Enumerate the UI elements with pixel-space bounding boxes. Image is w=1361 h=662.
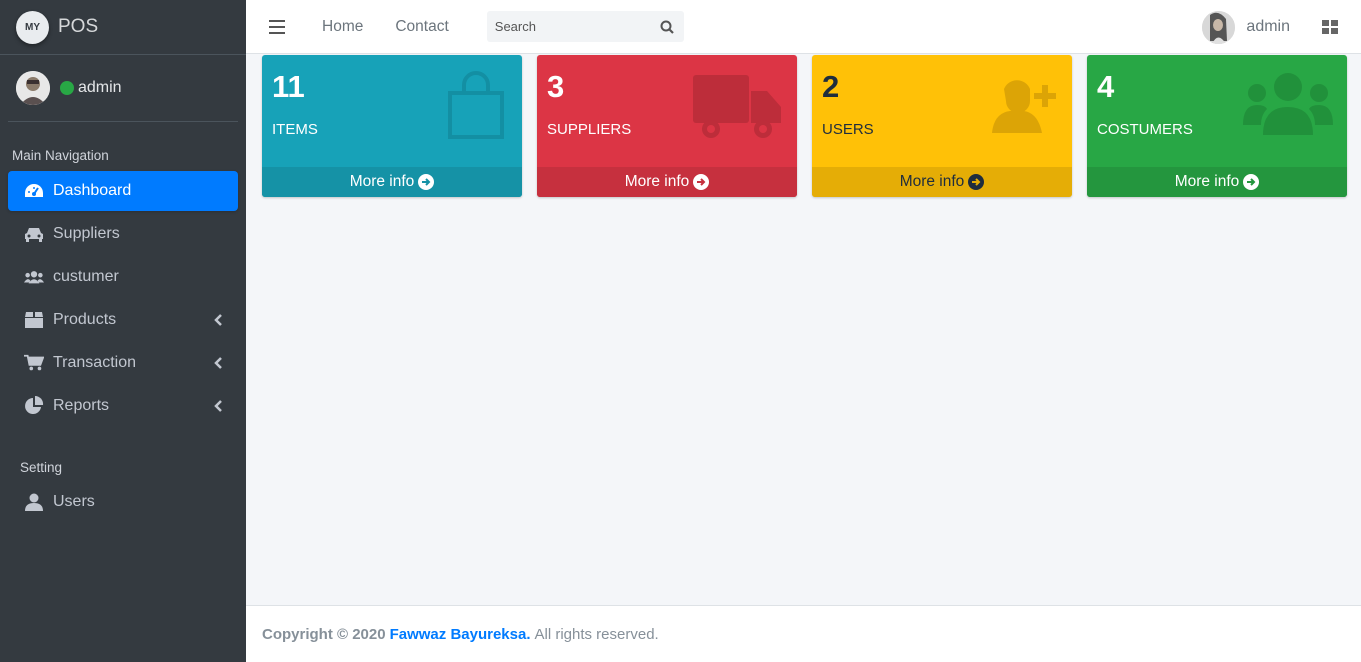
more-info-link[interactable]: More info bbox=[812, 167, 1072, 197]
chevron-left-icon bbox=[214, 400, 222, 412]
arrow-circle-right-icon bbox=[968, 174, 985, 190]
sidebar-item-label: Transaction bbox=[53, 354, 136, 371]
shopping-bag-icon bbox=[448, 71, 504, 139]
truck-icon bbox=[693, 75, 781, 138]
arrow-circle-right-icon bbox=[693, 174, 710, 190]
sidebar-item-label: Products bbox=[53, 311, 117, 328]
info-box-label: USERS bbox=[822, 121, 874, 138]
more-info-label: More info bbox=[1174, 173, 1240, 190]
main-navigation: Dashboard Suppliers custumer Products Tr… bbox=[0, 171, 246, 426]
info-box-value: 11 bbox=[272, 69, 305, 104]
chevron-left-icon bbox=[214, 357, 222, 369]
sidebar-item-dashboard[interactable]: Dashboard bbox=[8, 171, 238, 211]
brand-logo: MY bbox=[16, 10, 49, 44]
search-input[interactable] bbox=[486, 19, 652, 34]
setting-navigation: Users bbox=[0, 482, 246, 522]
info-box-label: COSTUMERS bbox=[1097, 121, 1193, 138]
nav-header-main: Main Navigation bbox=[12, 148, 109, 163]
info-box-users: 2 USERS More info bbox=[812, 55, 1072, 197]
avatar[interactable] bbox=[1202, 10, 1236, 44]
brand-link[interactable]: MY POS bbox=[0, 0, 246, 55]
user-panel[interactable]: admin bbox=[8, 55, 238, 122]
car-icon bbox=[24, 224, 44, 244]
info-box-value: 3 bbox=[547, 69, 565, 104]
top-navbar: Home Contact admin bbox=[246, 0, 1361, 54]
sidebar-item-label: custumer bbox=[53, 268, 119, 285]
user-plus-icon bbox=[992, 80, 1056, 133]
user-menu: admin bbox=[1202, 0, 1361, 54]
pie-chart-icon bbox=[24, 396, 44, 416]
dashboard-icon bbox=[24, 181, 44, 201]
page-footer: Copyright © 2020 Fawwaz Bayureksa. All r… bbox=[246, 605, 1361, 662]
search-icon[interactable] bbox=[652, 11, 682, 42]
more-info-label: More info bbox=[349, 173, 415, 190]
chevron-left-icon bbox=[214, 314, 222, 326]
info-box-label: SUPPLIERS bbox=[547, 121, 632, 138]
sidebar-item-users[interactable]: Users bbox=[8, 482, 238, 522]
more-info-label: More info bbox=[624, 173, 690, 190]
info-box-items: 11 ITEMS More info bbox=[262, 55, 522, 197]
arrow-circle-right-icon bbox=[1243, 174, 1260, 190]
sidebar-item-custumer[interactable]: custumer bbox=[8, 257, 238, 297]
more-info-label: More info bbox=[899, 173, 965, 190]
more-info-link[interactable]: More info bbox=[262, 167, 522, 197]
cart-icon bbox=[24, 353, 44, 373]
sidebar-item-products[interactable]: Products bbox=[8, 300, 238, 340]
brand-name: POS bbox=[58, 16, 99, 37]
nav-header-setting: Setting bbox=[20, 460, 63, 475]
info-box-label: ITEMS bbox=[272, 121, 318, 138]
avatar bbox=[16, 71, 50, 105]
more-info-link[interactable]: More info bbox=[537, 167, 797, 197]
user-name: admin bbox=[78, 79, 122, 96]
menu-toggle-icon[interactable] bbox=[269, 19, 285, 34]
sidebar-item-label: Suppliers bbox=[53, 225, 120, 242]
info-box-suppliers: 3 SUPPLIERS More info bbox=[537, 55, 797, 197]
info-box-costumers: 4 COSTUMERS More info bbox=[1087, 55, 1347, 197]
arrow-circle-right-icon bbox=[418, 174, 435, 190]
info-box-value: 2 bbox=[822, 69, 840, 104]
search-form bbox=[486, 11, 684, 42]
sidebar-item-reports[interactable]: Reports bbox=[8, 386, 238, 426]
nav-link-home[interactable]: Home bbox=[322, 18, 363, 36]
more-info-link[interactable]: More info bbox=[1087, 167, 1347, 197]
sidebar-item-label: Reports bbox=[53, 397, 110, 414]
online-status-icon bbox=[60, 81, 74, 95]
users-icon bbox=[1243, 73, 1333, 135]
sidebar-item-label: Dashboard bbox=[53, 182, 132, 199]
user-name[interactable]: admin bbox=[1246, 18, 1290, 36]
sidebar-item-transaction[interactable]: Transaction bbox=[8, 343, 238, 383]
users-icon bbox=[24, 267, 44, 287]
sidebar-item-label: Users bbox=[53, 493, 95, 510]
grid-icon[interactable] bbox=[1322, 20, 1338, 34]
sidebar: MY POS admin Main Navigation Dashboard S… bbox=[0, 0, 246, 662]
copyright-text: Copyright © 2020 bbox=[262, 625, 386, 643]
sidebar-item-suppliers[interactable]: Suppliers bbox=[8, 214, 238, 254]
box-icon bbox=[24, 310, 44, 330]
rights-text: All rights reserved. bbox=[534, 625, 659, 643]
info-box-value: 4 bbox=[1097, 69, 1115, 104]
nav-link-contact[interactable]: Contact bbox=[395, 18, 448, 36]
user-icon bbox=[24, 492, 44, 512]
author-link[interactable]: Fawwaz Bayureksa. bbox=[390, 626, 531, 643]
